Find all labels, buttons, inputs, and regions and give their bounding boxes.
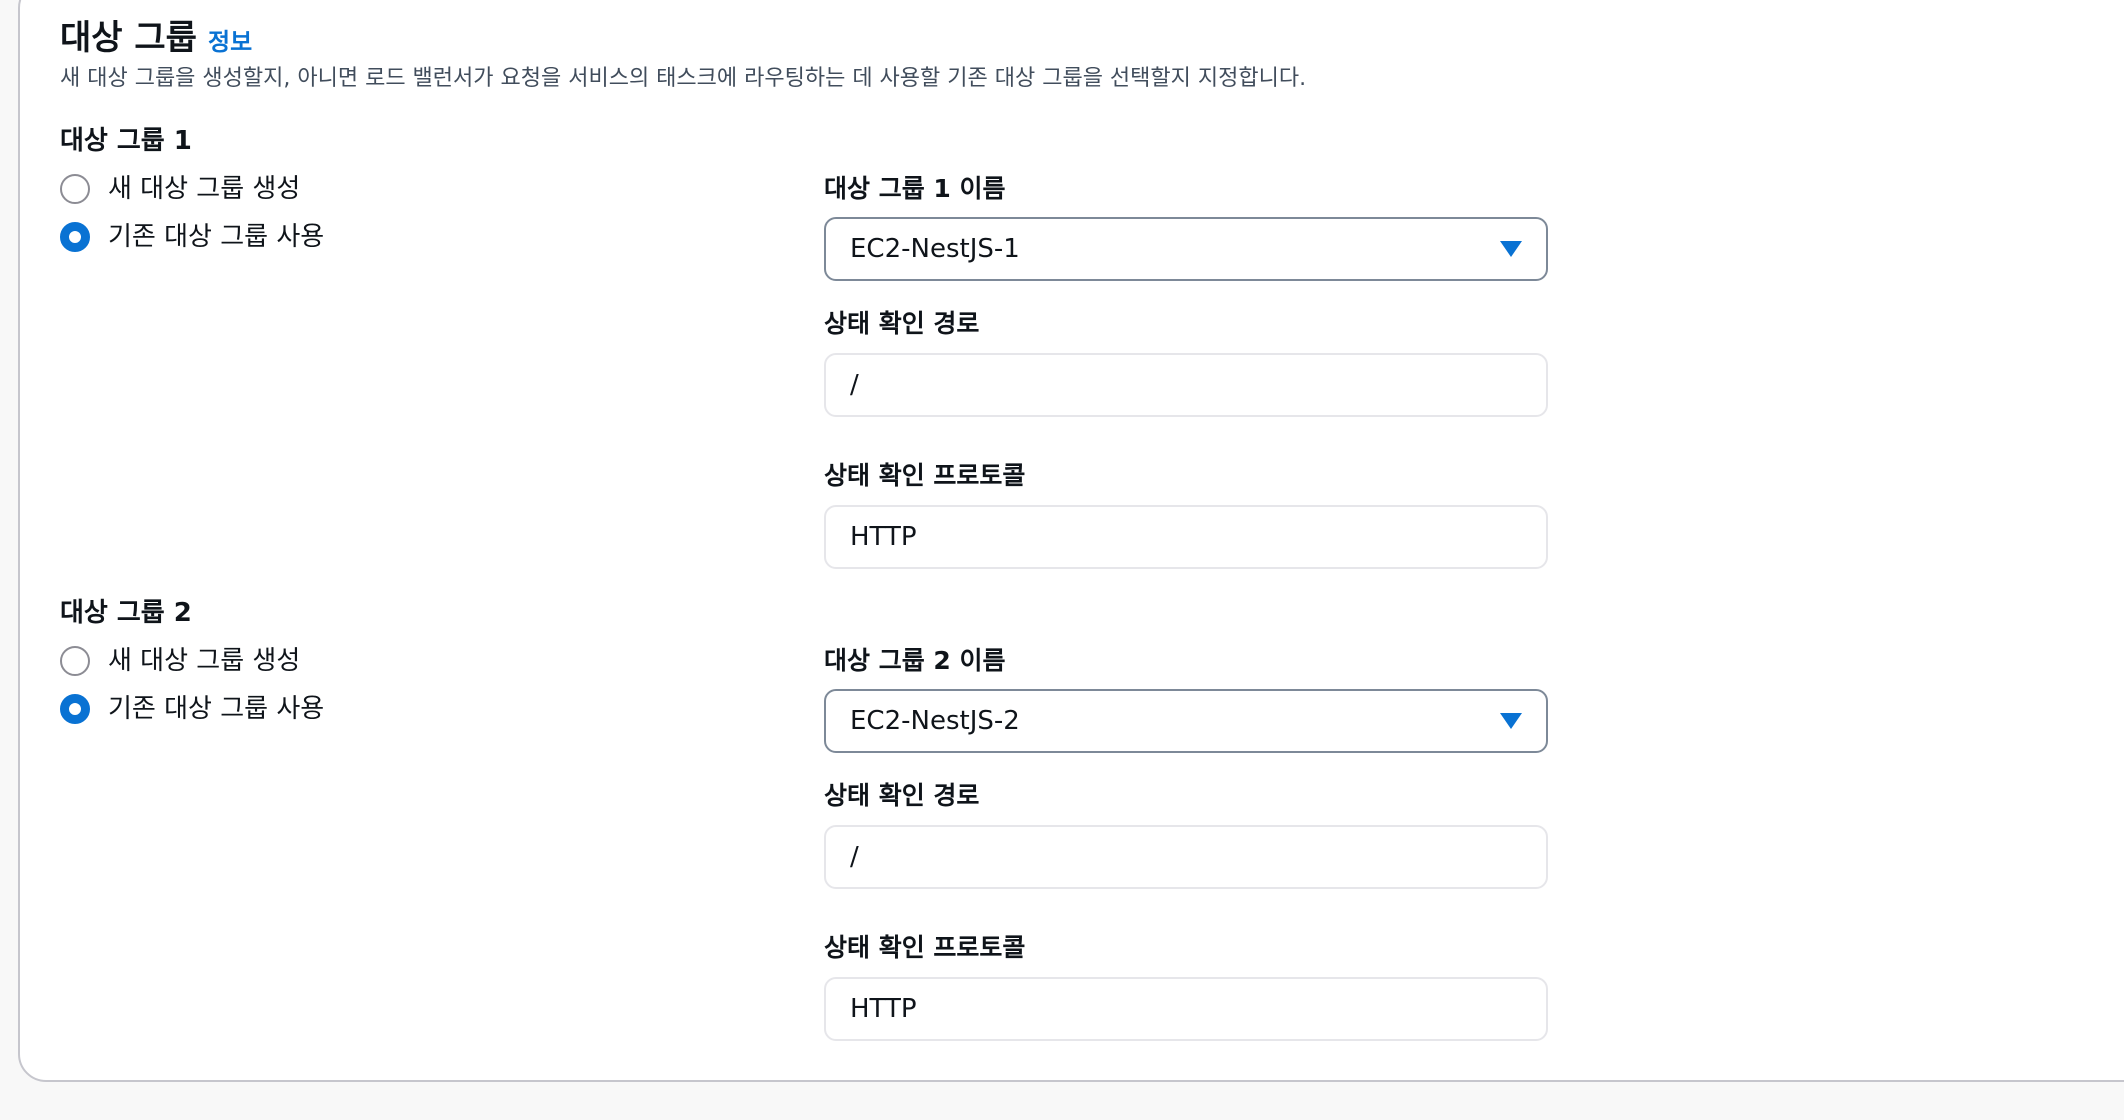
radio-label: 기존 대상 그룹 사용 — [108, 694, 325, 724]
select-value: EC2-NestJS-2 — [850, 706, 1020, 736]
group-2-health-path-field: / — [824, 825, 1548, 889]
section-title: 대상 그룹 — [60, 18, 197, 58]
group-1-radio-existing[interactable]: 기존 대상 그룹 사용 — [60, 220, 324, 254]
field-value: / — [850, 370, 859, 400]
field-value: HTTP — [850, 994, 917, 1024]
radio-checked-icon[interactable] — [60, 222, 90, 252]
group-1-health-path-label: 상태 확인 경로 — [824, 309, 980, 338]
group-2-name-label: 대상 그룹 2 이름 — [824, 646, 1006, 675]
caret-down-icon — [1500, 713, 1522, 729]
group-1-health-protocol-label: 상태 확인 프로토콜 — [824, 461, 1026, 490]
radio-label: 기존 대상 그룹 사용 — [108, 222, 325, 252]
radio-unchecked-icon[interactable] — [60, 174, 90, 204]
radio-label: 새 대상 그룹 생성 — [108, 174, 301, 204]
target-group-2-label: 대상 그룹 2 — [60, 598, 192, 628]
group-2-radio-existing[interactable]: 기존 대상 그룹 사용 — [60, 692, 324, 726]
select-value: EC2-NestJS-1 — [850, 234, 1020, 264]
section-description: 새 대상 그룹을 생성할지, 아니면 로드 밸런서가 요청을 서비스의 태스크에… — [60, 66, 1307, 91]
radio-label: 새 대상 그룹 생성 — [108, 646, 301, 676]
radio-checked-icon[interactable] — [60, 694, 90, 724]
target-group-1-label: 대상 그룹 1 — [60, 126, 192, 156]
group-2-radio-new[interactable]: 새 대상 그룹 생성 — [60, 644, 300, 678]
info-link[interactable]: 정보 — [208, 26, 252, 58]
group-1-radio-new[interactable]: 새 대상 그룹 생성 — [60, 172, 300, 206]
group-2-health-path-label: 상태 확인 경로 — [824, 781, 980, 810]
group-1-health-path-field: / — [824, 353, 1548, 417]
group-2-health-protocol-field: HTTP — [824, 977, 1548, 1041]
caret-down-icon — [1500, 241, 1522, 257]
group-1-health-protocol-field: HTTP — [824, 505, 1548, 569]
radio-unchecked-icon[interactable] — [60, 646, 90, 676]
group-2-name-select[interactable]: EC2-NestJS-2 — [824, 689, 1548, 753]
group-2-health-protocol-label: 상태 확인 프로토콜 — [824, 933, 1026, 962]
group-1-name-label: 대상 그룹 1 이름 — [824, 174, 1006, 203]
field-value: / — [850, 842, 859, 872]
group-1-name-select[interactable]: EC2-NestJS-1 — [824, 217, 1548, 281]
field-value: HTTP — [850, 522, 917, 552]
